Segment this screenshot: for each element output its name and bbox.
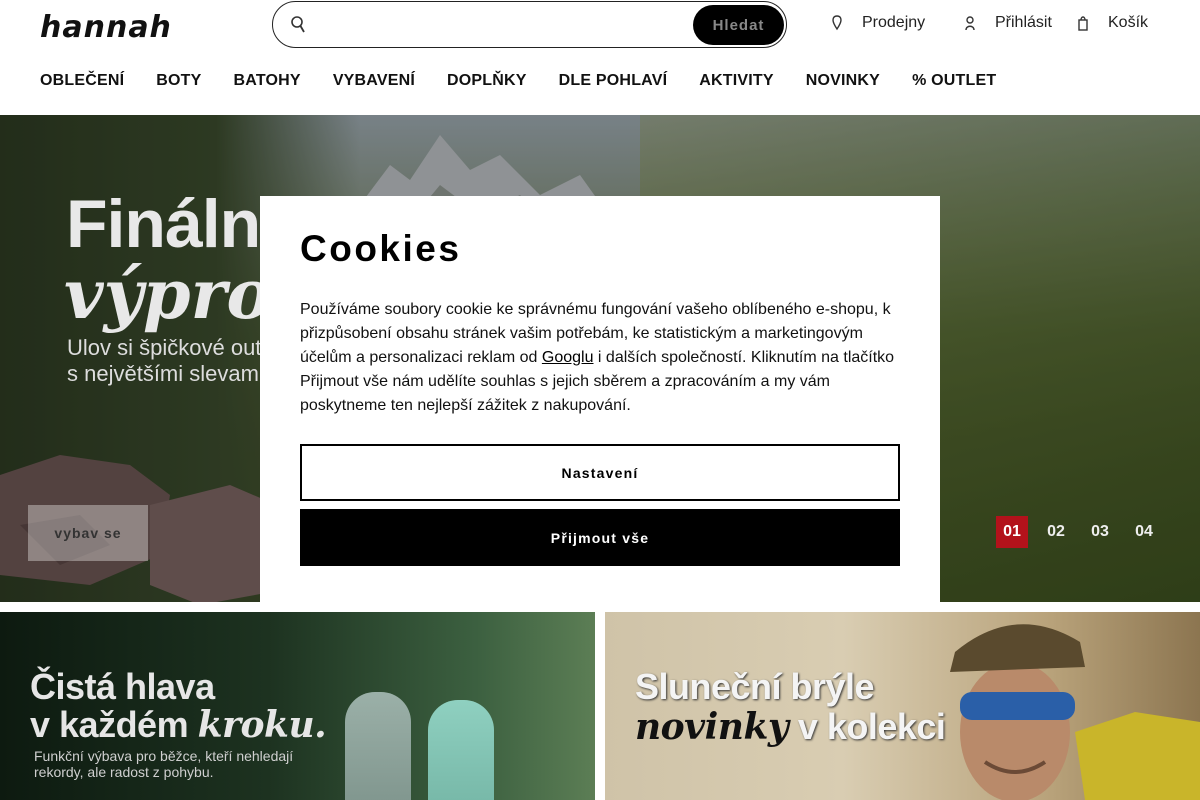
- cart-icon: [1078, 16, 1088, 31]
- header-link-stores[interactable]: Prodejny: [832, 14, 925, 32]
- nav-item-equipment[interactable]: VYBAVENÍ: [333, 72, 415, 90]
- promo-title: Čistá hlava: [30, 666, 215, 707]
- search-bar: Hledat: [272, 1, 957, 48]
- hero-title: Finální: [66, 186, 279, 262]
- promo-tile-sunglasses[interactable]: Sluneční brýle novinky v kolekci: [605, 612, 1200, 800]
- slide-dot[interactable]: 03: [1084, 516, 1116, 548]
- store-pin-icon: [832, 15, 842, 31]
- site-header: hannah Hledat Prodejny Přihlásit Košík O…: [0, 0, 1200, 115]
- nav-item-by-gender[interactable]: DLE POHLAVÍ: [559, 72, 668, 90]
- search-button[interactable]: Hledat: [693, 5, 784, 45]
- header-link-label: Prodejny: [862, 14, 926, 31]
- promo-title-italic: kroku.: [197, 704, 327, 746]
- user-icon: [965, 16, 975, 31]
- search-icon: [291, 16, 305, 33]
- cookie-dialog-text: Používáme soubory cookie ke správnému fu…: [300, 298, 905, 418]
- hero-cta-button[interactable]: vybav se: [28, 505, 148, 561]
- brand-logo[interactable]: hannah: [40, 10, 172, 45]
- nav-item-activities[interactable]: AKTIVITY: [699, 72, 774, 90]
- header-link-label: Přihlásit: [995, 14, 1052, 31]
- cookie-settings-button[interactable]: Nastavení: [300, 444, 900, 501]
- nav-item-new[interactable]: NOVINKY: [806, 72, 880, 90]
- promo-title: Sluneční brýle: [635, 666, 875, 707]
- nav-item-shoes[interactable]: BOTY: [156, 72, 201, 90]
- cookie-consent-dialog: Cookies Používáme soubory cookie ke sprá…: [260, 196, 940, 604]
- slide-dot[interactable]: 04: [1128, 516, 1160, 548]
- promo-tile-running[interactable]: Čistá hlava v každém kroku. Funkční výba…: [0, 612, 595, 800]
- header-link-cart[interactable]: Košík: [1078, 14, 1148, 32]
- header-link-label: Košík: [1108, 14, 1149, 31]
- slide-pagination: 01 02 03 04: [996, 516, 1160, 548]
- slide-dot[interactable]: 01: [996, 516, 1028, 548]
- google-link[interactable]: Googlu: [542, 349, 594, 366]
- nav-item-accessories[interactable]: DOPLŇKY: [447, 72, 527, 90]
- cookie-accept-all-button[interactable]: Přijmout vše: [300, 509, 900, 566]
- man-with-sunglasses-image: [950, 624, 1200, 800]
- promo-title-2: novinky v kolekci: [635, 706, 946, 748]
- nav-item-clothing[interactable]: OBLEČENÍ: [40, 72, 124, 90]
- nav-item-backpacks[interactable]: BATOHY: [234, 72, 301, 90]
- promo-title-plain: v kolekci: [788, 706, 946, 747]
- runner-figure: [345, 692, 411, 800]
- nav-item-outlet[interactable]: % OUTLET: [912, 72, 996, 90]
- promo-title-italic: novinky: [635, 706, 789, 748]
- runner-figure: [428, 700, 494, 800]
- promo-title-plain: v každém: [30, 704, 198, 745]
- slide-dot[interactable]: 02: [1040, 516, 1072, 548]
- main-nav: OBLEČENÍ BOTY BATOHY VYBAVENÍ DOPLŇKY DL…: [40, 72, 996, 90]
- cookie-dialog-title: Cookies: [300, 228, 462, 269]
- promo-text: Funkční výbava pro běžce, kteří nehledaj…: [34, 748, 294, 780]
- promo-title-2: v každém kroku.: [30, 704, 327, 746]
- header-link-login[interactable]: Přihlásit: [965, 14, 1052, 32]
